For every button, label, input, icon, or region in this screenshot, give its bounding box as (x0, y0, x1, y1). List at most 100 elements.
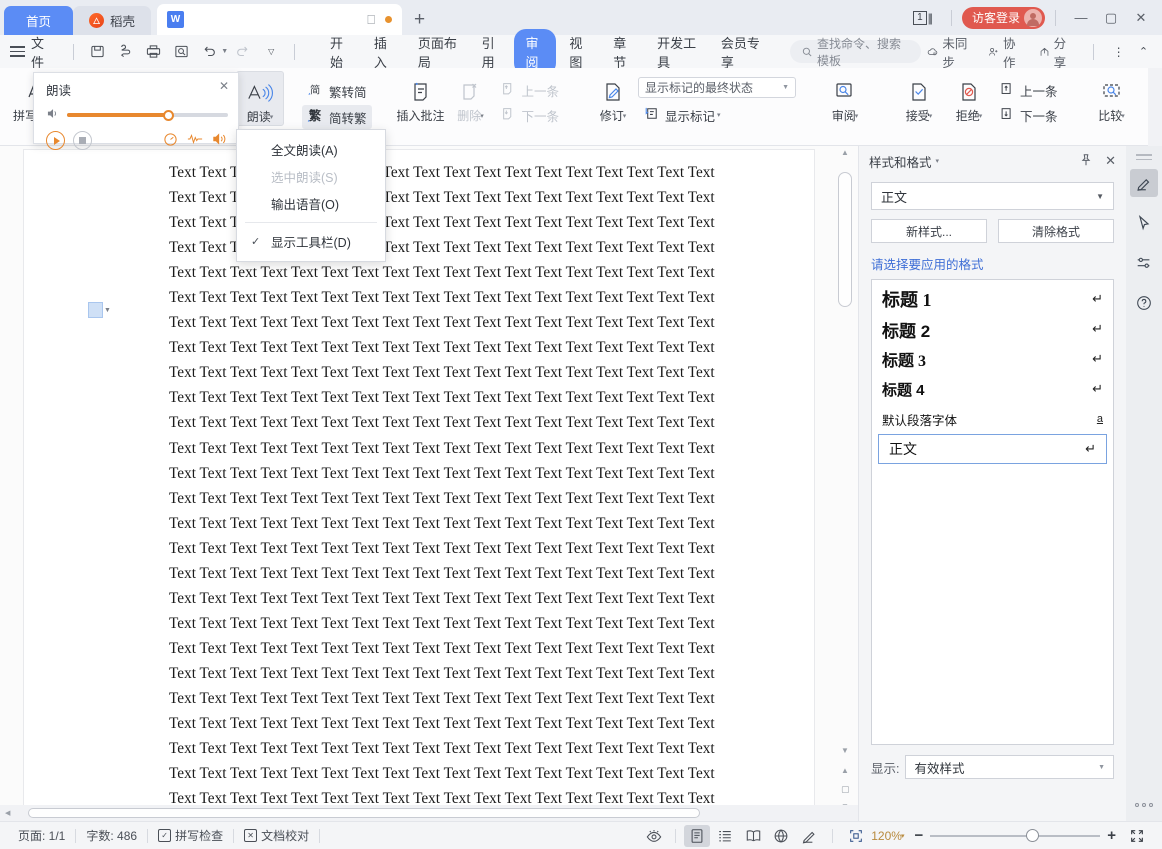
chevron-down-icon[interactable]: ▾ (979, 112, 983, 120)
menu-item-show-toolbar[interactable]: ✓ 显示工具栏(D) (237, 228, 385, 255)
play-button[interactable] (46, 131, 65, 150)
document-vertical-scrollbar[interactable]: ▲ ▼ ▲ ▢ ▼ (838, 146, 852, 818)
guest-login-button[interactable]: 访客登录 (961, 6, 1045, 29)
reject-button[interactable]: 拒绝 ▾ (944, 71, 994, 124)
help-icon[interactable] (1130, 289, 1158, 317)
chevron-down-icon[interactable]: ▾ (623, 112, 627, 120)
chevron-down-icon[interactable]: ▾ (855, 112, 859, 120)
pin-icon[interactable] (1079, 153, 1093, 170)
volume-slider-knob[interactable] (162, 109, 174, 121)
page-indicator[interactable]: 页面: 1/1 (8, 827, 75, 844)
more-dots-icon[interactable] (1135, 803, 1153, 807)
style-item-heading3[interactable]: 标题 3 ↵ (872, 344, 1113, 374)
stop-button[interactable] (73, 131, 92, 150)
monitor-icon[interactable]: ⎕ (367, 12, 375, 28)
next-revision-button[interactable]: 下一条 (994, 104, 1063, 127)
tab-home[interactable]: 首页 (4, 6, 74, 35)
style-item-heading4[interactable]: 标题 4 ↵ (872, 374, 1113, 404)
chevron-down-icon[interactable]: ▾ (717, 111, 721, 119)
prev-revision-button[interactable]: 上一条 (994, 79, 1063, 102)
ribbon-overflow-button[interactable]: chevron-right-icon (1148, 68, 1162, 146)
outline-view-icon[interactable] (712, 825, 738, 847)
menu-item-export-audio[interactable]: 输出语音(O) (237, 190, 385, 217)
zoom-in-button[interactable]: + (1107, 827, 1116, 844)
writing-view-icon[interactable] (796, 825, 822, 847)
style-item-heading1[interactable]: 标题 1 ↵ (872, 284, 1113, 314)
vertical-scroll-thumb[interactable] (838, 172, 852, 307)
chevron-down-icon[interactable]: ▼ (104, 307, 111, 314)
save-as-icon[interactable] (112, 40, 138, 64)
document-horizontal-scrollbar[interactable]: ◀ (0, 805, 858, 821)
review-pane-button[interactable]: 审阅 ▾ (820, 71, 870, 124)
simp-to-trad-button[interactable]: 繁 简转繁 (302, 105, 372, 129)
save-icon[interactable] (84, 40, 110, 64)
pen-style-icon[interactable] (1130, 169, 1158, 197)
style-item-default-paragraph-font[interactable]: 默认段落字体 a (872, 404, 1113, 434)
settings-sliders-icon[interactable] (1130, 249, 1158, 277)
sync-status-button[interactable]: 未同步 (921, 33, 978, 71)
menu-item-read-all[interactable]: 全文朗读(A) (237, 136, 385, 163)
chevron-down-icon[interactable]: ▾ (901, 832, 905, 840)
scroll-left-icon[interactable]: ◀ (5, 809, 10, 817)
spell-check-status-button[interactable]: ✓ 拼写检查 (148, 827, 233, 844)
waveform-icon[interactable] (187, 132, 203, 149)
zoom-slider[interactable] (930, 828, 1101, 842)
collaborate-button[interactable]: 协作 (982, 33, 1029, 71)
horizontal-scroll-thumb[interactable] (28, 808, 700, 818)
style-item-heading2[interactable]: 标题 2 ↵ (872, 314, 1113, 344)
page-view-icon[interactable] (684, 824, 711, 847)
minimize-button[interactable]: — (1066, 6, 1096, 30)
selection-pane-icon[interactable] (1130, 209, 1158, 237)
proofread-button[interactable]: ✕ 文档校对 (234, 827, 319, 844)
clear-format-button[interactable]: 清除格式 (998, 219, 1114, 243)
show-markup-button[interactable]: 显示标记 ▾ (638, 103, 796, 127)
new-style-button[interactable]: 新样式... (871, 219, 987, 243)
trad-to-simp-button[interactable]: 简 繁转简 (302, 79, 372, 103)
maximize-button[interactable]: ▢ (1096, 6, 1126, 30)
track-changes-button[interactable]: 修订 ▾ (588, 71, 638, 124)
styles-list[interactable]: 标题 1 ↵ 标题 2 ↵ 标题 3 ↵ 标题 4 ↵ 默认段落字体 a 正文 … (871, 279, 1114, 745)
voice-output-icon[interactable] (212, 132, 228, 149)
markup-state-select[interactable]: 显示标记的最终状态 ▼ (638, 77, 797, 98)
close-icon[interactable]: ✕ (1105, 153, 1116, 169)
reading-view-icon[interactable] (740, 825, 766, 847)
web-view-icon[interactable] (768, 825, 794, 847)
more-vertical-icon[interactable]: ⋮ (1108, 40, 1129, 64)
fit-page-icon[interactable] (843, 825, 869, 847)
search-input[interactable]: 查找命令、搜索模板 (789, 37, 922, 68)
chevron-down-icon[interactable]: ▾ (936, 157, 940, 165)
print-preview-icon[interactable] (168, 40, 194, 64)
prev-page-icon[interactable]: ▲ (841, 766, 849, 775)
print-icon[interactable] (140, 40, 166, 64)
close-icon[interactable]: ✕ (219, 79, 229, 93)
file-menu-button[interactable]: 文件 (31, 33, 53, 71)
chevron-down-icon[interactable]: ▾ (1121, 112, 1125, 120)
scroll-up-icon[interactable]: ▲ (841, 148, 849, 157)
zoom-level-value[interactable]: 120% (871, 829, 902, 843)
chevron-down-icon[interactable]: ▾ (929, 112, 933, 120)
word-count-indicator[interactable]: 字数: 486 (76, 827, 147, 844)
volume-icon[interactable] (46, 107, 61, 123)
rail-grip-icon[interactable] (1136, 154, 1152, 161)
compare-button[interactable]: 比较 ▾ (1087, 71, 1137, 124)
volume-slider[interactable] (67, 109, 228, 121)
insert-comment-button[interactable]: 插入批注 (396, 71, 446, 124)
customize-qat-icon[interactable]: ▽ (258, 40, 284, 64)
read-aloud-button[interactable]: 朗读 ▾ (236, 71, 284, 126)
accept-button[interactable]: 接受 ▾ (894, 71, 944, 124)
close-button[interactable]: ✕ (1126, 6, 1156, 30)
document-page[interactable]: Text Text Text Text Text Text Text Text … (24, 150, 814, 810)
tab-huskshell[interactable]: 🜂 稻壳 (73, 6, 152, 35)
show-filter-select[interactable]: 有效样式 ▼ (905, 755, 1114, 779)
current-style-select[interactable]: 正文 ▼ (871, 182, 1114, 210)
speed-icon[interactable] (163, 132, 178, 150)
share-button[interactable]: 分享 (1033, 33, 1080, 71)
zoom-slider-knob[interactable] (1026, 828, 1040, 842)
fullscreen-icon[interactable] (1124, 825, 1150, 847)
select-browse-object-icon[interactable]: ▢ (841, 784, 850, 795)
chevron-down-icon[interactable]: ▾ (270, 113, 274, 121)
zoom-out-button[interactable]: − (914, 827, 923, 844)
page-stack-indicator[interactable]: 1 ||| (913, 10, 933, 25)
style-item-body-text[interactable]: 正文 ↵ (878, 434, 1107, 464)
paste-options-button[interactable]: ▼ (88, 302, 111, 318)
